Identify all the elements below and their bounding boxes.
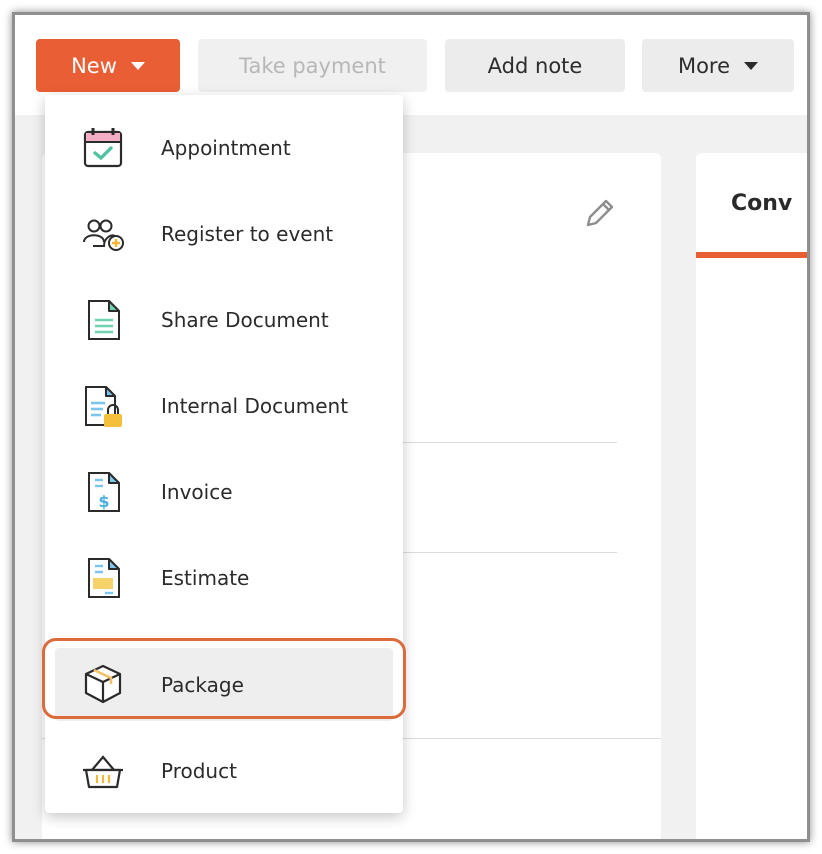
box-icon [84,664,122,704]
menu-item-label: Register to event [161,222,334,246]
menu-item-label: Estimate [161,566,250,590]
more-button[interactable]: More [642,39,794,92]
pencil-icon[interactable] [582,195,618,231]
estimate-icon [88,558,120,598]
menu-item-estimate[interactable]: Estimate [45,535,403,621]
add-note-button[interactable]: Add note [445,39,625,92]
menu-item-internal-document[interactable]: Internal Document [45,363,403,449]
take-payment-button[interactable]: Take payment [198,39,427,92]
new-button[interactable]: New [36,39,180,92]
divider [403,552,617,553]
app-window: New Take payment Add note More Conv Appo… [12,12,810,842]
invoice-dollar-icon: $ [88,472,120,512]
divider [403,442,617,443]
more-button-label: More [677,53,731,78]
users-add-icon [83,219,124,251]
document-icon [88,300,120,340]
menu-item-appointment[interactable]: Appointment [45,105,403,191]
tab-conversations[interactable]: Conv [731,191,792,216]
add-note-label: Add note [487,53,583,78]
caret-down-icon [744,61,759,70]
menu-item-label: Appointment [161,136,291,160]
menu-item-label: Share Document [161,308,329,332]
caret-down-icon [130,61,145,70]
menu-item-invoice[interactable]: $ Invoice [45,449,403,535]
menu-item-share-document[interactable]: Share Document [45,277,403,363]
new-button-label: New [71,53,117,78]
menu-item-register-to-event[interactable]: Register to event [45,191,403,277]
conversation-card: Conv [696,153,807,839]
menu-item-label: Invoice [161,480,233,504]
svg-text:$: $ [98,492,109,511]
calendar-check-icon [83,128,123,168]
menu-item-label: Product [161,759,237,783]
new-dropdown-menu: Appointment Register to event Share Docu… [42,95,406,814]
basket-icon [83,755,123,789]
active-tab-indicator [696,252,807,258]
menu-item-label: Package [161,673,244,697]
menu-item-label: Internal Document [161,394,349,418]
menu-item-product[interactable]: Product [45,728,403,814]
take-payment-label: Take payment [239,53,386,78]
document-lock-icon [85,386,122,427]
menu-item-package[interactable]: Package [42,638,406,728]
